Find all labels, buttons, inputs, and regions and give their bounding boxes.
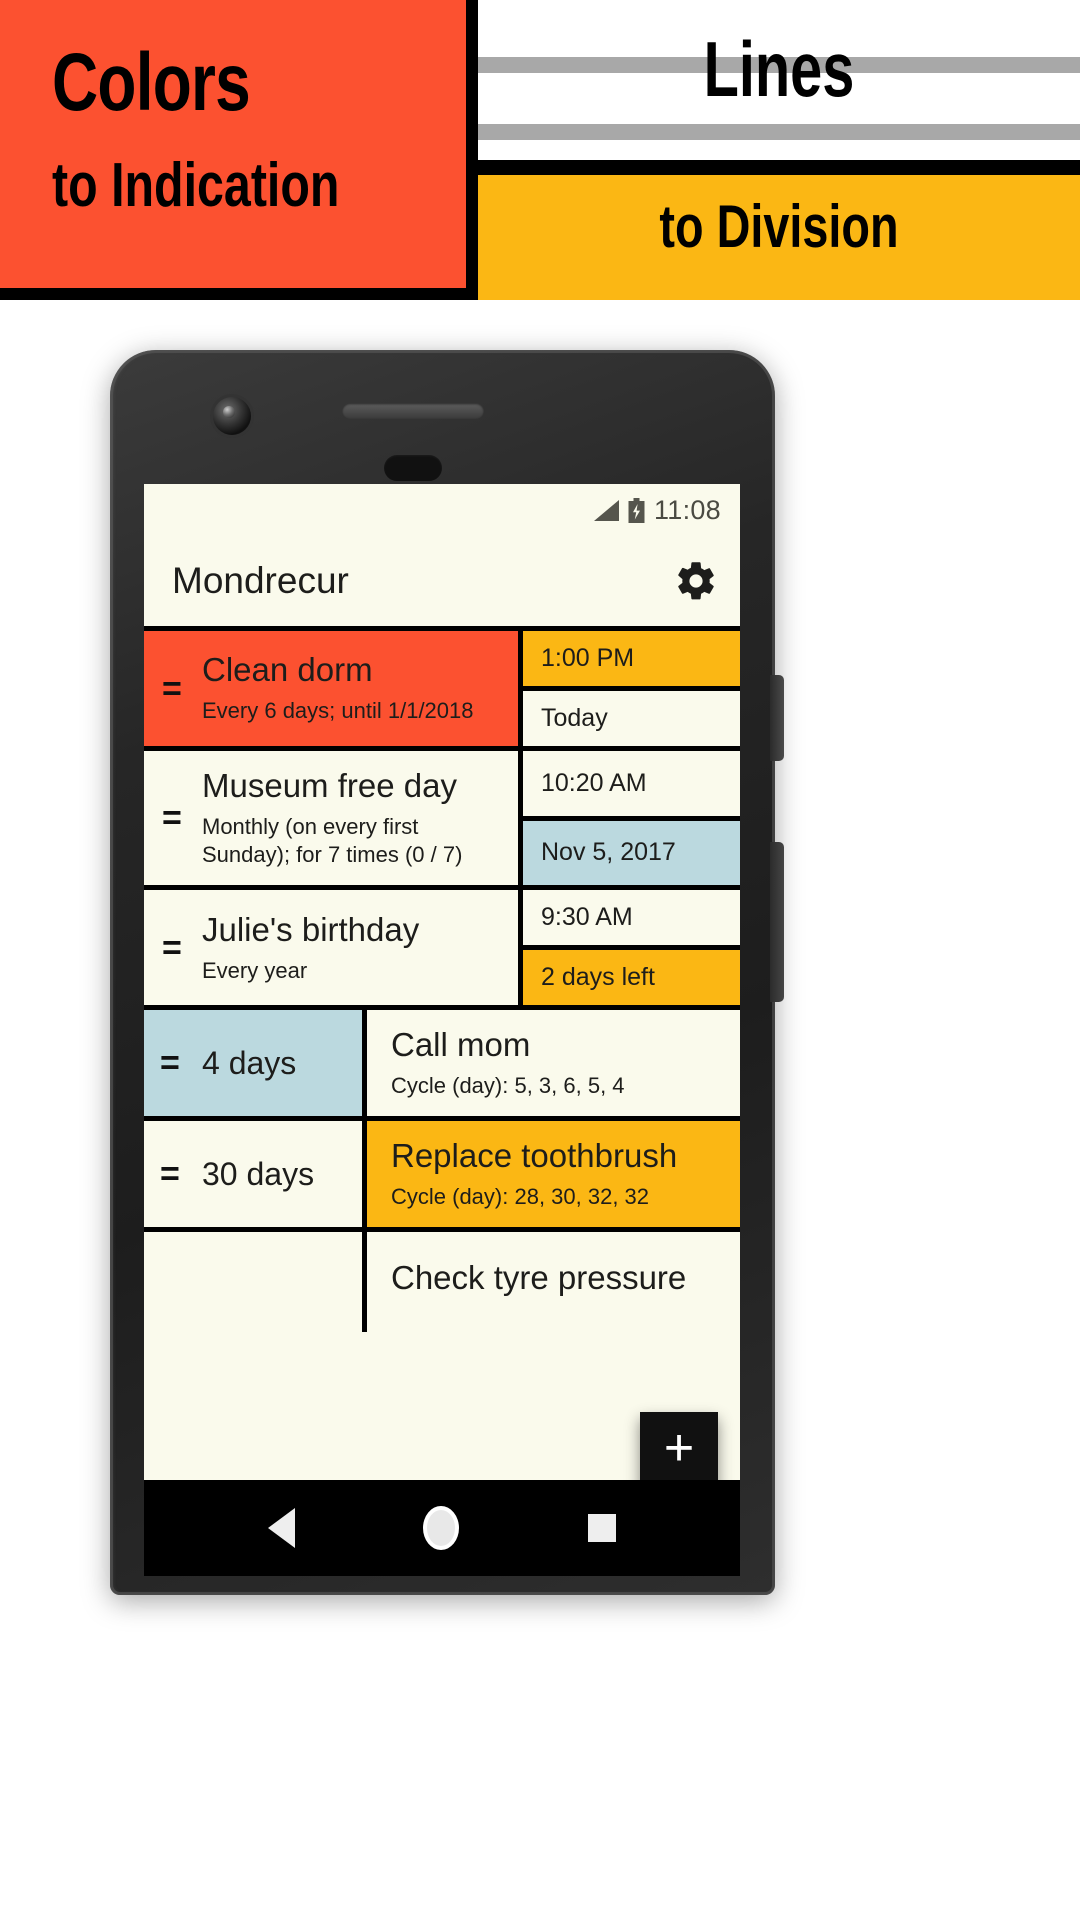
list-item-title: Museum free day — [202, 767, 457, 804]
battery-charging-icon — [628, 497, 645, 523]
list-item-meta: 10:20 AM Nov 5, 2017 — [523, 751, 740, 886]
promo-panel-lines: Lines — [478, 0, 1080, 160]
promo-colors-line1: Colors — [52, 37, 251, 128]
list-item-subtitle: Every year — [202, 957, 308, 983]
list-item-title: Replace toothbrush — [391, 1137, 678, 1175]
list-item[interactable]: Check tyre pressure — [144, 1232, 740, 1333]
list-item-meta: 9:30 AM 2 days left — [523, 890, 740, 1006]
list-item-time: 10:20 AM — [523, 751, 740, 816]
list-item-main[interactable]: Replace toothbrush Cycle (day): 28, 30, … — [367, 1121, 740, 1228]
list-item-subtitle: Cycle (day): 5, 3, 6, 5, 4 — [391, 1073, 625, 1099]
list-item[interactable]: = Museum free day Monthly (on every firs… — [144, 751, 740, 886]
android-nav-bar — [144, 1480, 740, 1576]
list-item-title: Call mom — [391, 1026, 531, 1064]
list-item-main[interactable]: Call mom Cycle (day): 5, 3, 6, 5, 4 — [367, 1010, 740, 1117]
page-root: Colors to Indication Lines to Division 1… — [0, 0, 1080, 1920]
status-bar: 11:08 — [144, 484, 740, 536]
home-circle-icon[interactable] — [423, 1506, 460, 1550]
list-item-date: 2 days left — [523, 950, 740, 1006]
list-item-title: Clean dorm — [202, 651, 373, 689]
list-item-subtitle: Monthly (on every first Sunday); for 7 t… — [202, 813, 463, 868]
list-item[interactable]: = Clean dorm Every 6 days; until 1/1/201… — [144, 631, 740, 746]
list-item-title: Julie's birthday — [202, 910, 420, 948]
list-item-interval-label: 30 days — [202, 1155, 315, 1192]
add-button[interactable]: + — [640, 1412, 718, 1490]
list-item-main[interactable]: = Clean dorm Every 6 days; until 1/1/201… — [144, 631, 518, 746]
drag-handle-icon[interactable]: = — [162, 931, 182, 965]
list-item-main[interactable]: Check tyre pressure — [367, 1232, 740, 1333]
list-item-main[interactable]: = Julie's birthday Every year — [144, 890, 518, 1006]
list-item-interval-label: 4 days — [202, 1044, 297, 1081]
list-item-date: Nov 5, 2017 — [523, 820, 740, 886]
app-bar: Mondrecur — [144, 536, 740, 626]
proximity-sensor — [384, 455, 442, 481]
drag-handle-icon[interactable]: = — [162, 672, 182, 706]
list-item-meta: 1:00 PM Today — [523, 631, 740, 746]
list-item-subtitle: Cycle (day): 28, 30, 32, 32 — [391, 1184, 650, 1210]
phone-mockup: 11:08 Mondrecur = Clean dorm Every 6 day… — [110, 350, 790, 1920]
phone-screen: 11:08 Mondrecur = Clean dorm Every 6 day… — [144, 484, 740, 1576]
plus-icon: + — [663, 1419, 695, 1477]
list-item-time: 9:30 AM — [523, 890, 740, 946]
list-item-time: 1:00 PM — [523, 631, 740, 686]
list-item[interactable]: = 4 days Call mom Cycle (day): 5, 3, 6, … — [144, 1010, 740, 1117]
list-item-interval[interactable]: = 30 days — [144, 1121, 362, 1228]
signal-triangle-icon — [593, 499, 619, 521]
promo-lines-line2: to Division — [659, 193, 899, 260]
list-item[interactable]: = Julie's birthday Every year 9:30 AM 2 … — [144, 890, 740, 1006]
promo-colors-line2: to Indication — [52, 151, 340, 220]
earpiece-speaker — [342, 403, 484, 419]
front-camera-icon — [213, 397, 251, 435]
drag-handle-icon[interactable]: = — [160, 1157, 180, 1191]
power-button[interactable] — [770, 842, 784, 1002]
recents-square-icon[interactable] — [587, 1514, 616, 1542]
promo-lines-line1: Lines — [703, 25, 855, 113]
list-item-interval[interactable]: = 4 days — [144, 1010, 362, 1117]
list-item-date: Today — [523, 691, 740, 746]
list-item-main[interactable]: = Museum free day Monthly (on every firs… — [144, 751, 518, 886]
drag-handle-icon[interactable]: = — [160, 1046, 180, 1080]
gear-icon[interactable] — [674, 559, 718, 603]
status-bar-time: 11:08 — [653, 494, 721, 525]
promo-banner: Colors to Indication Lines to Division — [0, 0, 1080, 300]
back-triangle-icon[interactable] — [268, 1508, 296, 1548]
drag-handle-icon[interactable]: = — [162, 801, 182, 835]
list-item-interval[interactable] — [144, 1232, 362, 1333]
list-item[interactable]: = 30 days Replace toothbrush Cycle (day)… — [144, 1121, 740, 1228]
promo-panel-colors: Colors to Indication — [0, 0, 466, 288]
volume-button[interactable] — [770, 675, 784, 761]
app-title: Mondrecur — [172, 560, 349, 601]
recurrence-list: = Clean dorm Every 6 days; until 1/1/201… — [144, 626, 740, 1333]
promo-stripe-bottom — [478, 124, 1080, 140]
list-item-title: Check tyre pressure — [391, 1259, 687, 1297]
promo-panel-division: to Division — [478, 175, 1080, 300]
list-item-subtitle: Every 6 days; until 1/1/2018 — [202, 698, 474, 724]
